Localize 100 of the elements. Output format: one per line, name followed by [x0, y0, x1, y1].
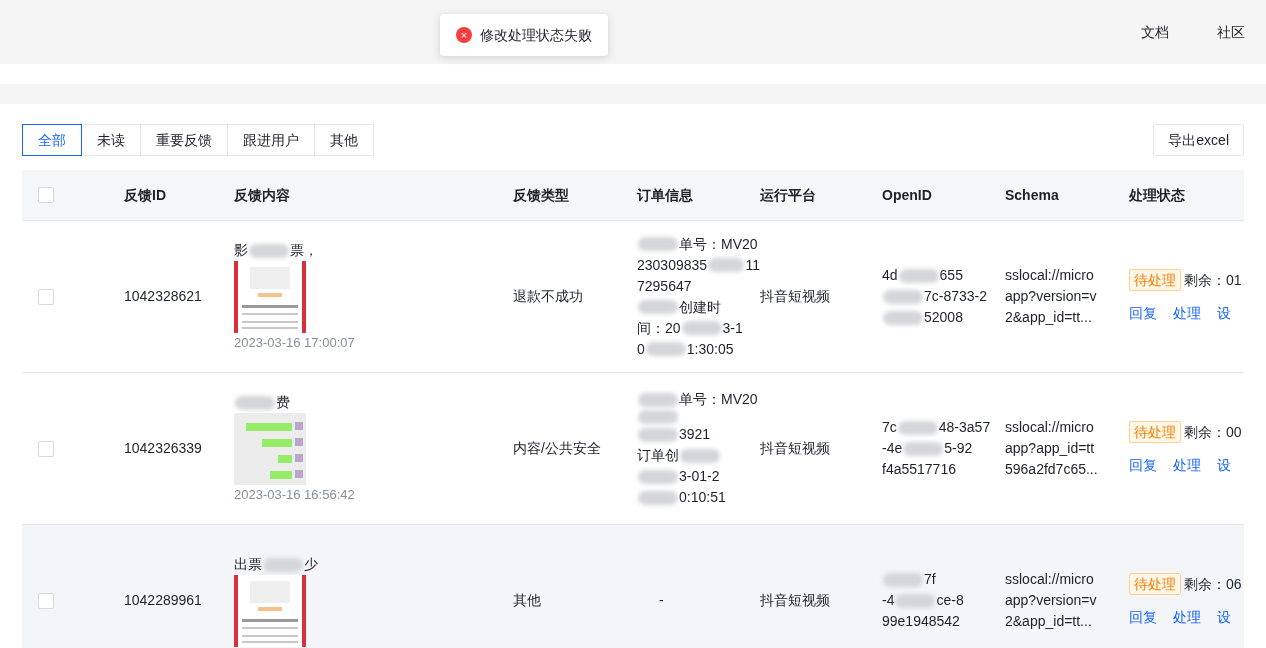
schema-text: app?app_id=tt: [1005, 439, 1096, 458]
export-button[interactable]: 导出excel: [1153, 124, 1244, 156]
filter-tab[interactable]: 全部: [22, 124, 82, 156]
platform: 抖音短视频: [760, 591, 831, 610]
redaction-smudge: [263, 557, 303, 572]
filter-tab[interactable]: 跟进用户: [227, 124, 315, 156]
remaining-time: 剩余：06: [1184, 574, 1242, 594]
column-header: 反馈类型: [513, 185, 570, 205]
schema-text: sslocal://micro: [1005, 266, 1095, 285]
row-checkbox[interactable]: [38, 187, 54, 203]
schema-text: sslocal://micro: [1005, 570, 1095, 589]
row-checkbox[interactable]: [38, 440, 54, 457]
redaction-smudge: [645, 342, 686, 356]
feedback-time: 2023-03-16 16:56:42: [234, 486, 356, 504]
action-link[interactable]: 设: [1217, 455, 1231, 476]
order-info: 7295647: [637, 276, 692, 296]
schema-text: app?version=v: [1005, 591, 1098, 610]
feedback-text: 票，: [290, 241, 318, 260]
column-header: 反馈ID: [124, 185, 167, 205]
open-id: f4a5517716: [882, 460, 956, 479]
platform: 抖音短视频: [760, 287, 831, 306]
open-id: 7f: [924, 570, 936, 589]
schema-text: 596a2fd7c65...: [1005, 460, 1099, 479]
action-link[interactable]: 回复: [1129, 455, 1157, 476]
redaction-smudge: [638, 237, 678, 251]
feedback-id: 1042328621: [124, 287, 203, 306]
action-link[interactable]: 回复: [1129, 607, 1157, 628]
feedback-time: 2023-03-16 17:00:07: [234, 334, 356, 352]
redaction-smudge: [883, 572, 923, 587]
order-info: 间：20: [637, 318, 681, 338]
order-info: 创建时: [679, 297, 721, 317]
action-link[interactable]: 处理: [1173, 607, 1201, 628]
feedback-id: 1042326339: [124, 439, 203, 458]
status-tag: 待处理: [1129, 573, 1181, 595]
feedback-id: 1042289961: [124, 591, 203, 610]
column-header: 处理状态: [1129, 185, 1186, 205]
redaction-smudge: [235, 395, 275, 410]
redaction-smudge: [708, 258, 745, 272]
feedback-text: 出票: [234, 555, 262, 574]
action-link[interactable]: 处理: [1173, 303, 1201, 324]
open-id: 99e1948542: [882, 612, 960, 631]
action-link[interactable]: 处理: [1173, 455, 1201, 476]
status-tag: 待处理: [1129, 421, 1181, 443]
feedback-text: 影: [234, 241, 248, 260]
action-link[interactable]: 设: [1217, 303, 1231, 324]
open-id: -4: [882, 591, 895, 610]
order-info: 3-01-2: [679, 467, 720, 486]
order-info: 订单创: [637, 446, 679, 465]
open-id: 7c-8733-2: [924, 287, 988, 306]
redaction-smudge: [638, 410, 678, 424]
redaction-smudge: [249, 243, 289, 258]
order-info: 0:10:51: [679, 488, 726, 507]
schema-text: 2&app_id=tt...: [1005, 308, 1093, 327]
order-info: 3-1: [722, 318, 743, 338]
order-info: 0: [637, 339, 645, 359]
open-id: 5-92: [944, 439, 973, 458]
status-tag: 待处理: [1129, 269, 1181, 291]
column-header: 运行平台: [760, 185, 817, 205]
column-header: 反馈内容: [234, 185, 291, 205]
schema-text: 2&app_id=tt...: [1005, 612, 1093, 631]
nav-link[interactable]: 社区: [1217, 21, 1245, 43]
open-id: 4d: [882, 266, 898, 285]
open-id: ce-8: [936, 591, 964, 610]
row-checkbox[interactable]: [38, 592, 54, 609]
nav-link[interactable]: 文档: [1141, 21, 1169, 43]
column-header: OpenID: [882, 185, 933, 205]
open-id: 52008: [924, 308, 963, 327]
feedback-type: 其他: [513, 591, 542, 610]
schema-text: app?version=v: [1005, 287, 1098, 306]
toast-message: 修改处理状态失败: [480, 25, 592, 45]
column-header: Schema: [1005, 185, 1060, 205]
column-header: 订单信息: [637, 185, 694, 205]
redaction-smudge: [638, 300, 678, 314]
order-info: 单号：MV20: [679, 390, 758, 409]
platform: 抖音短视频: [760, 439, 831, 458]
redaction-smudge: [638, 427, 678, 442]
filter-tab[interactable]: 未读: [81, 124, 141, 156]
redaction-smudge: [638, 469, 678, 484]
row-checkbox[interactable]: [38, 288, 54, 305]
order-info: 3921: [679, 425, 711, 444]
feedback-type: 退款不成功: [513, 287, 584, 306]
open-id: 48-3a57: [938, 418, 991, 437]
action-link[interactable]: 回复: [1129, 303, 1157, 324]
redaction-smudge: [898, 268, 939, 283]
redaction-smudge: [638, 490, 678, 505]
order-info: 单号：MV20: [679, 234, 758, 254]
action-link[interactable]: 设: [1217, 607, 1231, 628]
open-id: 655: [939, 266, 963, 285]
redaction-smudge: [680, 448, 720, 463]
feedback-text: 少: [304, 555, 318, 574]
redaction-smudge: [883, 310, 923, 325]
remaining-time: 剩余：00: [1184, 422, 1242, 442]
redaction-smudge: [903, 441, 944, 456]
filter-tab[interactable]: 重要反馈: [140, 124, 228, 156]
feedback-type: 内容/公共安全: [513, 439, 602, 458]
redaction-smudge: [897, 420, 938, 435]
order-info: 230309835: [637, 255, 708, 275]
redaction-smudge: [681, 321, 722, 335]
filter-tab[interactable]: 其他: [314, 124, 374, 156]
open-id: 7c: [882, 418, 897, 437]
